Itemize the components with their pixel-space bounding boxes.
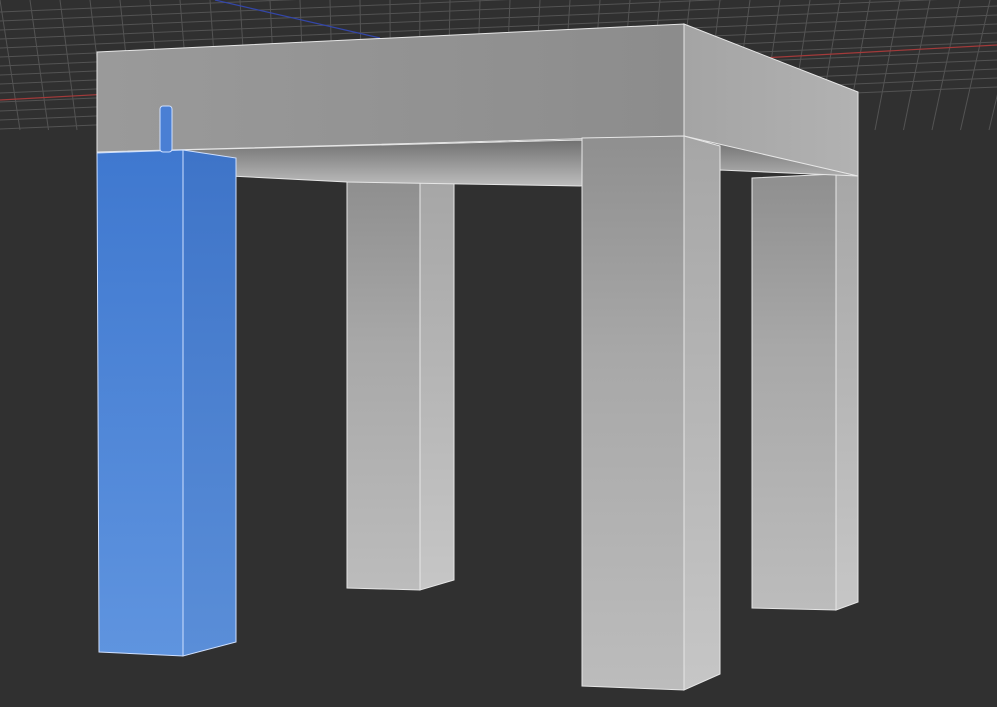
grid-line [903, 0, 931, 131]
grid-line [0, 0, 297, 13]
leg-front-right[interactable] [581, 135, 721, 691]
leg-back-left[interactable] [346, 179, 455, 591]
grid-line [931, 0, 961, 131]
pivot-gizmo[interactable] [159, 105, 173, 153]
3d-viewport[interactable] [0, 0, 997, 707]
grid-line [988, 94, 997, 131]
leg-front-left-selected[interactable] [96, 149, 237, 657]
grid-line [960, 0, 991, 131]
grid-line [59, 0, 78, 131]
leg-back-right[interactable] [751, 165, 859, 611]
